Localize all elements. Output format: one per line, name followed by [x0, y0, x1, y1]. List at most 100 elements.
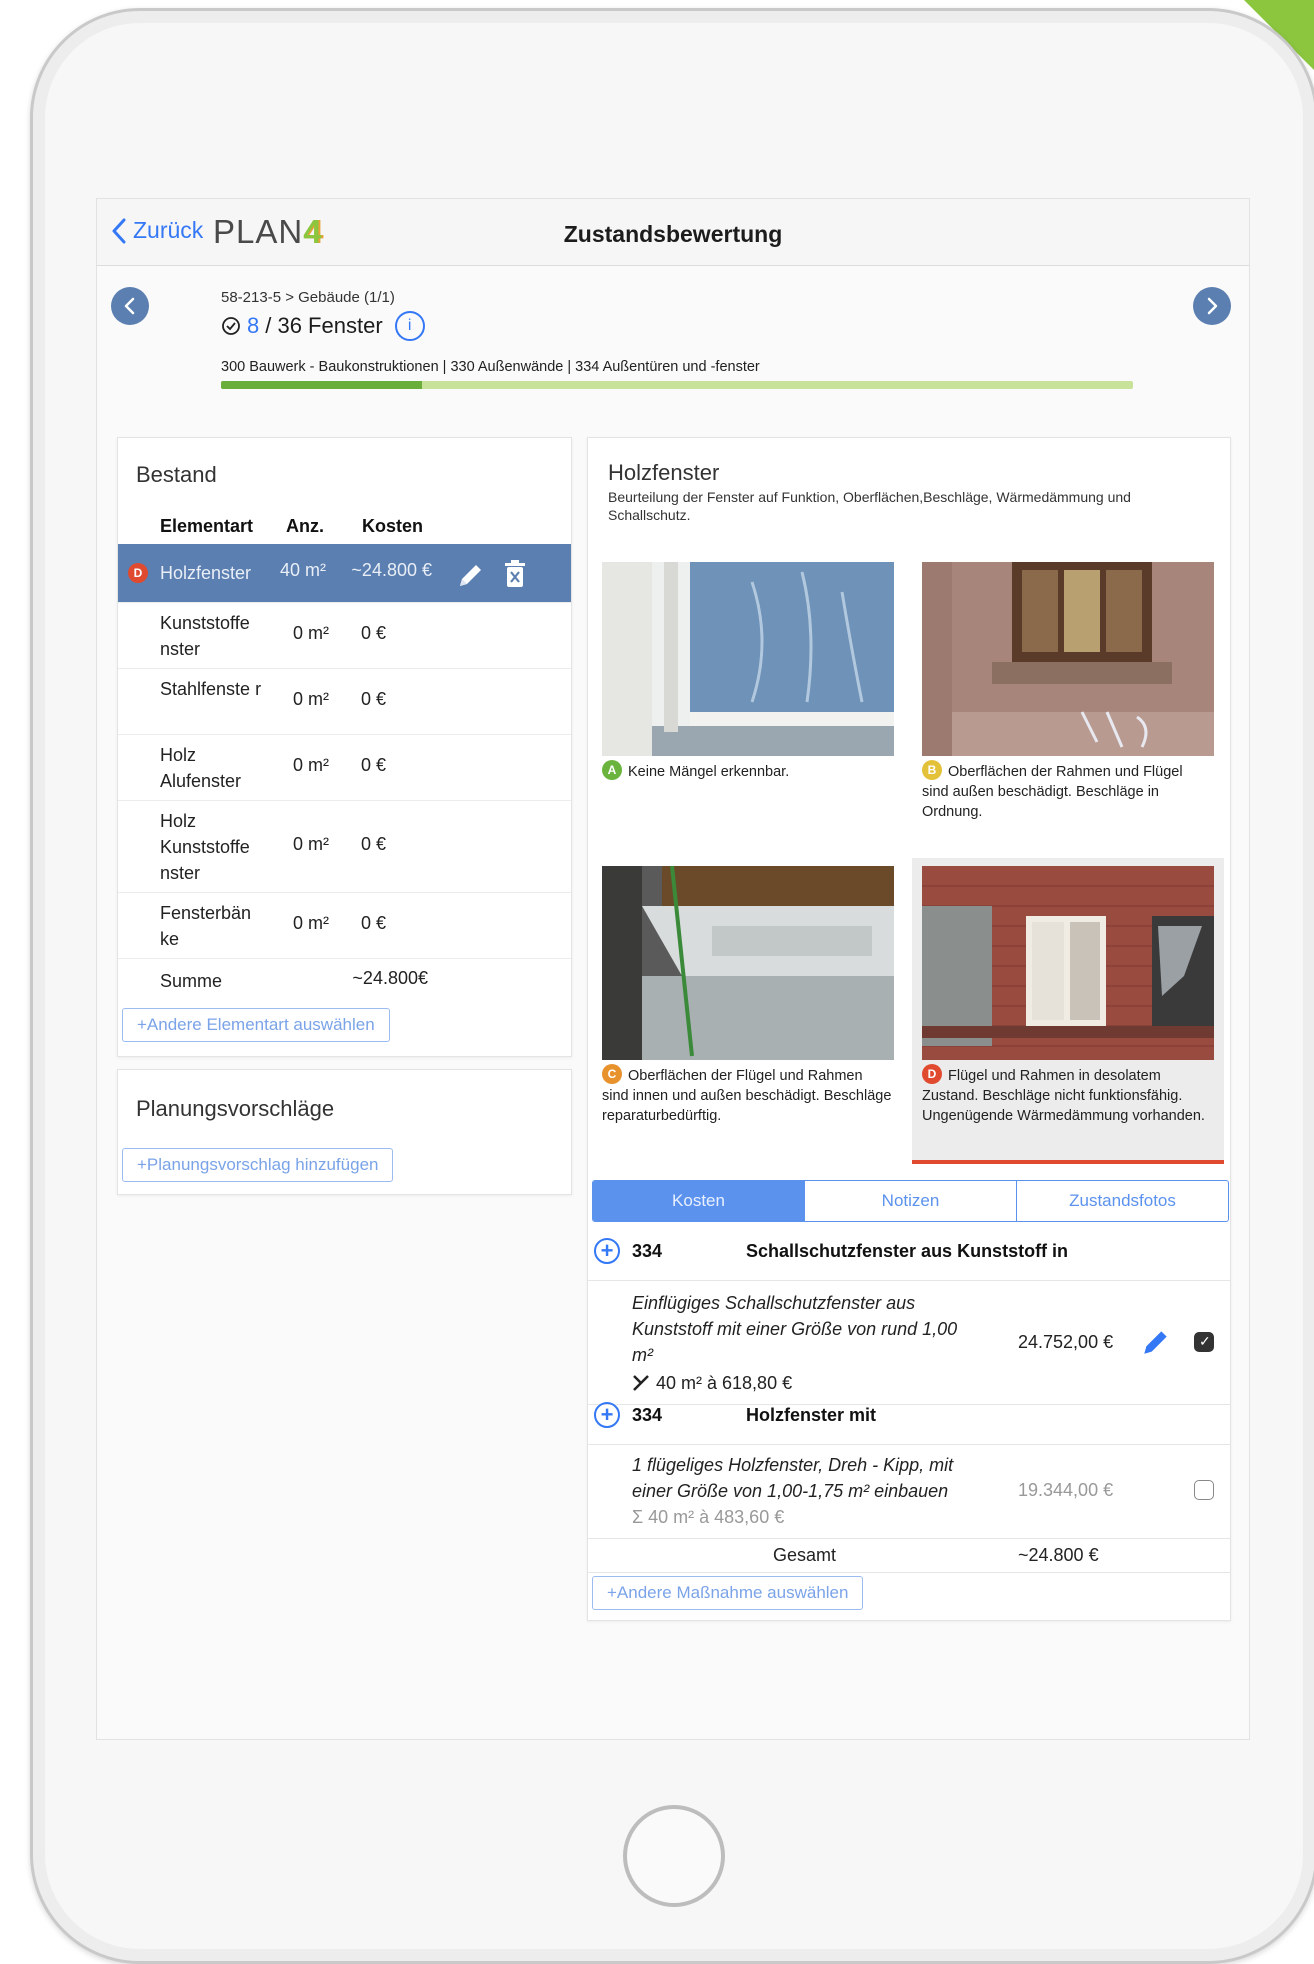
grade-badge: A [602, 760, 622, 781]
window-sill-photo [602, 866, 894, 1060]
navigation-bar: Zurück PLAN4 Zustandsbewertung [97, 199, 1249, 266]
element-cost: 0 € [360, 755, 386, 775]
element-cost: ~24.800 € [351, 560, 432, 580]
element-name: Holz Alufenster [160, 745, 242, 791]
add-measure-button[interactable]: +Andere Maßnahme auswählen [592, 1576, 864, 1610]
detail-tabs: Kosten Notizen Zustandsfotos [592, 1180, 1229, 1222]
measure-checkbox[interactable] [1194, 1332, 1214, 1352]
previous-element-button[interactable] [111, 287, 149, 325]
divider [588, 1444, 1230, 1445]
brick-wall-window-photo [922, 866, 1214, 1060]
measure-item[interactable]: 1 flügeliges Holzfenster, Dreh - Kipp, m… [588, 1452, 1230, 1534]
measure-code: 334 [632, 1241, 663, 1261]
progress-counter: 8 / 36 Fenster i [221, 311, 425, 341]
divider [588, 1538, 1230, 1539]
grade-caption-b: B Oberflächen der Rahmen und Flügel sind … [922, 760, 1212, 822]
column-header: Kosten [362, 516, 424, 536]
grade-badge: C [602, 1064, 622, 1085]
trash-icon[interactable] [502, 558, 528, 590]
measure-header: + 334 Holzfenster mit [588, 1402, 1230, 1442]
measure-amount: 24.752,00 € [1018, 1332, 1114, 1352]
element-cost: 0 € [360, 913, 386, 933]
column-header: Elementart [160, 516, 254, 536]
element-name: Fensterbän ke [160, 903, 252, 949]
pipette-icon [633, 1375, 649, 1391]
measure-description-line: Einflügiges Schallschutzfenster aus [632, 1293, 916, 1313]
app-screen: Zurück PLAN4 Zustandsbewertung 58-213-5 … [96, 198, 1250, 1740]
breadcrumb: 58-213-5 > Gebäude (1/1) [221, 289, 395, 306]
table-row[interactable]: Fensterbän ke 0 m² 0 € [118, 892, 571, 959]
tab-zustandsfotos[interactable]: Zustandsfotos [1016, 1181, 1228, 1221]
category-path: 300 Bauwerk - Baukonstruktionen | 330 Au… [221, 359, 760, 375]
element-cost: 0 € [360, 834, 386, 854]
next-element-button[interactable] [1193, 287, 1231, 325]
table-row-selected[interactable]: D Holzfenster 40 m² ~24.800 € [118, 544, 571, 602]
page-title: Zustandsbewertung [563, 221, 783, 247]
planning-title: Planungsvorschläge [136, 1096, 335, 1121]
expand-plus-icon[interactable]: + [594, 1402, 620, 1428]
measure-title: Schallschutzfenster aus Kunststoff in [746, 1241, 1069, 1261]
check-circle-icon [222, 317, 240, 335]
progress-fill [221, 381, 422, 389]
measure-description-line: m² [632, 1345, 653, 1365]
measure-header: + 334 Schallschutzfenster aus Kunststoff… [588, 1238, 1230, 1278]
progress-total: / 36 Fenster [265, 313, 383, 338]
element-cost: 0 € [360, 623, 386, 643]
add-element-type-button[interactable]: +Andere Elementart auswählen [122, 1008, 390, 1042]
table-row[interactable]: Holz Kunststoffe nster 0 m² 0 € [118, 800, 571, 893]
sum-label: Summe [160, 971, 223, 991]
measure-item[interactable]: Einflügiges Schallschutzfenster aus Kuns… [588, 1290, 1230, 1406]
grade-caption-d: D Flügel und Rahmen in desolatem Zustand.… [922, 1064, 1212, 1126]
calculation-text: 40 m² à 618,80 € [656, 1373, 793, 1393]
table-row[interactable]: Stahlfenste r 0 m² 0 € [118, 668, 571, 735]
grade-text: Flügel und Rahmen in desolatem Zustand. … [922, 1068, 1205, 1125]
grade-badge: D [128, 563, 148, 583]
element-name: Stahlfenste r [160, 679, 262, 699]
element-quantity: 40 m² [280, 560, 327, 580]
total-value: ~24.800 € [1018, 1545, 1099, 1565]
pencil-icon[interactable] [456, 560, 486, 590]
table-row[interactable]: Holz Alufenster 0 m² 0 € [118, 734, 571, 801]
condition-photo-b[interactable] [922, 562, 1214, 756]
window-photo [602, 562, 894, 756]
measure-calculation: 40 m² à 618,80 € [632, 1370, 792, 1396]
element-name: Kunststoffe nster [160, 613, 250, 659]
tab-kosten[interactable]: Kosten [593, 1181, 804, 1221]
sum-value: ~24.800€ [352, 968, 428, 988]
divider [588, 1572, 1230, 1573]
grade-badge: B [922, 760, 942, 781]
column-header: Anz. [286, 516, 324, 536]
measure-amount: 19.344,00 € [1018, 1480, 1114, 1500]
planning-panel: Planungsvorschläge +Planungsvorschlag hi… [117, 1069, 572, 1195]
chevron-right-icon [1207, 297, 1218, 315]
sum-row: Summe ~24.800€ [118, 958, 571, 999]
info-icon[interactable]: i [394, 311, 425, 341]
measure-title: Holzfenster mit [746, 1405, 877, 1425]
pencil-icon[interactable] [1140, 1326, 1172, 1358]
bestand-panel: Bestand Elementart Anz. Kosten D Holzfen… [117, 437, 572, 1057]
home-button[interactable] [623, 1805, 725, 1907]
expand-plus-icon[interactable]: + [594, 1238, 620, 1264]
condition-photo-c[interactable] [602, 866, 894, 1060]
measure-code: 334 [632, 1405, 663, 1425]
measure-description-line: 1 flügeliges Holzfenster, Dreh - Kipp, m… [632, 1455, 954, 1475]
measure-description-line: einer Größe von 1,00-1,75 m² einbauen [632, 1481, 949, 1501]
table-header: Elementart Anz. Kosten [118, 516, 571, 546]
total-label: Gesamt [773, 1545, 837, 1565]
progress-done-count[interactable]: 8 [247, 313, 259, 339]
table-row[interactable]: Kunststoffe nster 0 m² 0 € [118, 602, 571, 669]
condition-photo-a[interactable] [602, 562, 894, 756]
measure-checkbox[interactable] [1194, 1480, 1214, 1500]
detail-panel: Holzfenster Beurteilung der Fenster auf … [587, 437, 1231, 1621]
total-row: Gesamt ~24.800 € [588, 1542, 1230, 1572]
condition-photo-d[interactable] [922, 866, 1214, 1060]
grade-caption-a: A Keine Mängel erkennbar. [602, 760, 892, 782]
grade-badge: D [922, 1064, 942, 1085]
element-name: Holzfenster [160, 563, 252, 583]
facade-window-photo [922, 562, 1214, 756]
chevron-left-icon [124, 297, 135, 315]
detail-title: Holzfenster [608, 460, 720, 485]
add-planning-proposal-button[interactable]: +Planungsvorschlag hinzufügen [122, 1148, 394, 1182]
calculation-text: Σ 40 m² à 483,60 € [632, 1507, 785, 1527]
tab-notizen[interactable]: Notizen [804, 1181, 1016, 1221]
